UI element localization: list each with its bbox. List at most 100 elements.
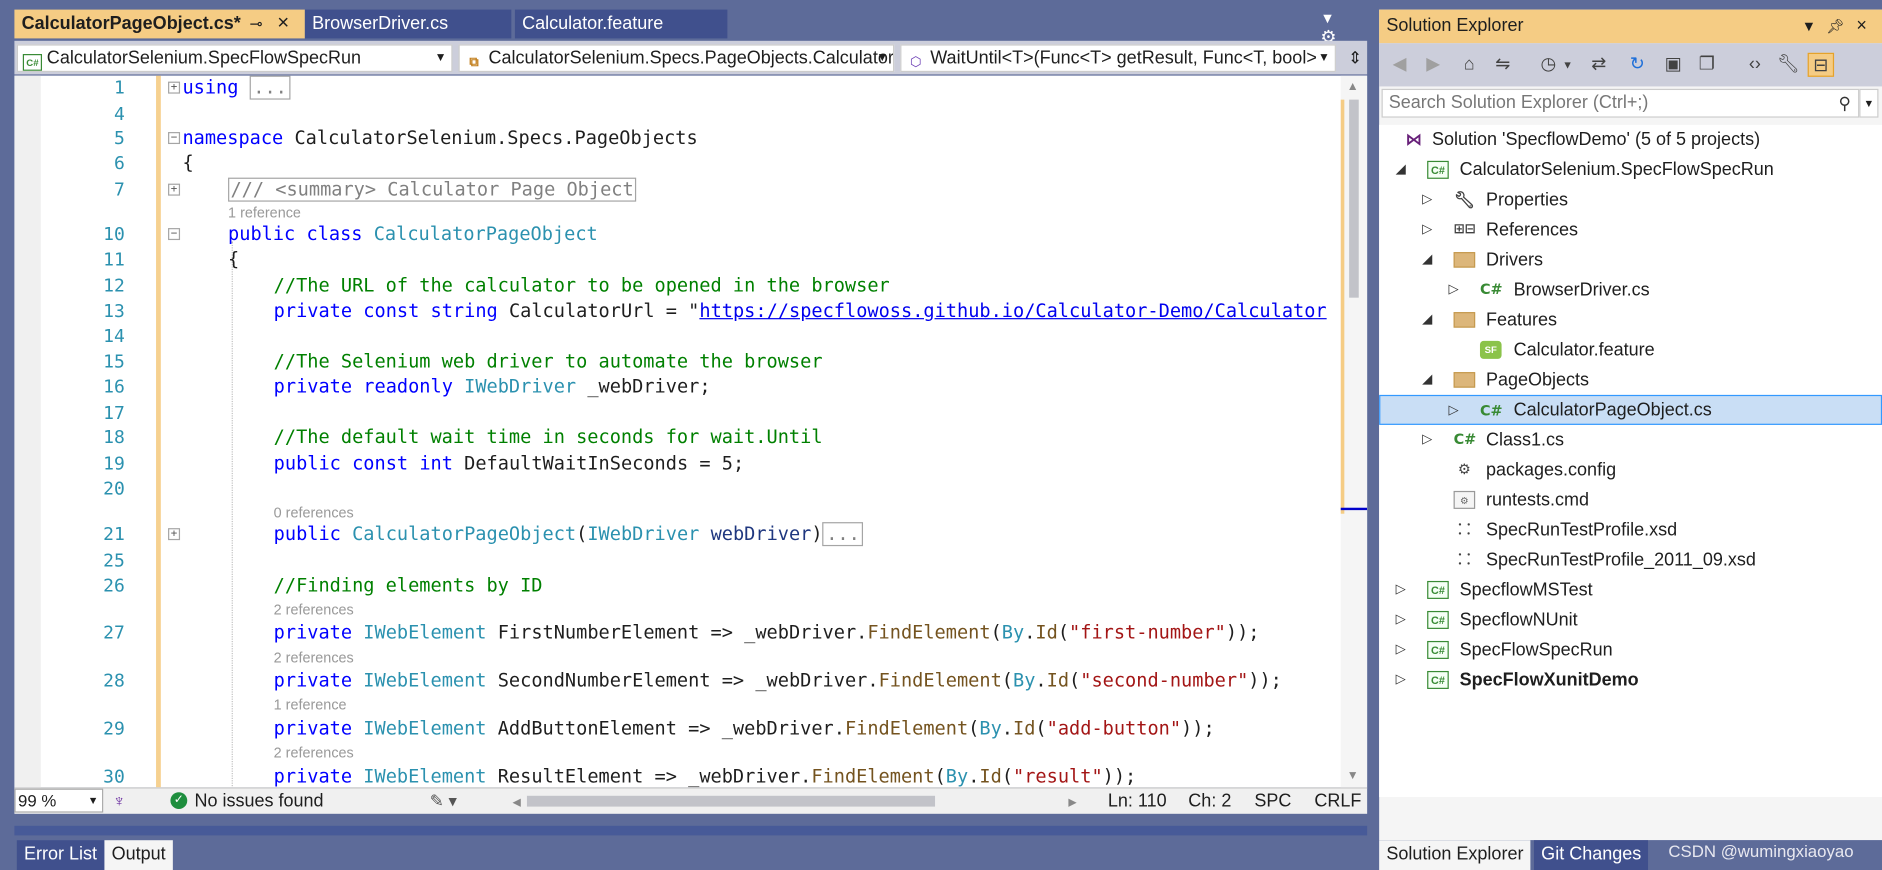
solution-search-input[interactable]: Search Solution Explorer (Ctrl+;) ⚲ bbox=[1381, 88, 1860, 118]
collapsed-region[interactable]: ... bbox=[249, 75, 291, 100]
expanded-arrow-icon[interactable]: ◢ bbox=[1420, 305, 1434, 335]
forward-icon[interactable]: ▶ bbox=[1420, 53, 1446, 77]
tree-item-runtests-cmd[interactable]: ⚙ runtests.cmd bbox=[1379, 485, 1882, 515]
expanded-arrow-icon[interactable]: ◢ bbox=[1420, 365, 1434, 395]
back-icon[interactable]: ◀ bbox=[1386, 53, 1412, 77]
tree-item-pageobjects[interactable]: ◢ PageObjects bbox=[1379, 365, 1882, 395]
char-indicator[interactable]: Ch: 2 bbox=[1188, 789, 1231, 814]
zoom-dropdown[interactable]: 99 % ▼ bbox=[14, 788, 104, 813]
codelens-references[interactable]: 2 references bbox=[274, 601, 354, 618]
tab-solution-explorer[interactable]: Solution Explorer bbox=[1379, 840, 1531, 870]
project-dropdown[interactable]: C# CalculatorSelenium.SpecFlowSpecRun ▼ bbox=[16, 44, 453, 73]
collapsed-region[interactable]: ... bbox=[822, 522, 864, 547]
expand-icon[interactable]: + bbox=[168, 528, 181, 541]
collapsed-arrow-icon[interactable]: ▷ bbox=[1394, 575, 1408, 605]
close-icon[interactable]: × bbox=[1848, 10, 1874, 42]
collapsed-arrow-icon[interactable]: ▷ bbox=[1394, 605, 1408, 635]
horizontal-scrollbar[interactable]: ◀ ▶ bbox=[513, 795, 1077, 808]
whitespace-indicator[interactable]: SPC bbox=[1254, 789, 1291, 814]
tab-error-list[interactable]: Error List bbox=[16, 840, 105, 870]
type-dropdown[interactable]: ⧉ CalculatorSelenium.Specs.PageObjects.Ca… bbox=[458, 44, 895, 73]
expanded-arrow-icon[interactable]: ◢ bbox=[1394, 155, 1408, 185]
pin-icon[interactable]: 📌︎ bbox=[1822, 11, 1848, 43]
scroll-left-icon[interactable]: ◀ bbox=[513, 790, 521, 815]
search-options-dropdown[interactable]: ▼ bbox=[1859, 88, 1879, 118]
collapse-all-icon[interactable]: ▣ bbox=[1660, 53, 1686, 77]
expanded-arrow-icon[interactable]: ◢ bbox=[1420, 245, 1434, 275]
codelens-references[interactable]: 2 references bbox=[274, 649, 354, 666]
collapsed-summary-comment[interactable]: /// <summary> Calculator Page Object bbox=[228, 177, 637, 202]
tree-item-packages-config[interactable]: ⚙ packages.config bbox=[1379, 455, 1882, 485]
tree-item-calculatorpageobject[interactable]: ▷ C# CalculatorPageObject.cs bbox=[1379, 394, 1882, 426]
search-icon[interactable]: ⚲ bbox=[1839, 90, 1851, 116]
collapsed-arrow-icon[interactable]: ▷ bbox=[1420, 185, 1434, 215]
collapse-icon[interactable]: − bbox=[168, 132, 181, 145]
chevron-down-icon[interactable]: ▼ bbox=[1559, 53, 1576, 77]
scroll-thumb[interactable] bbox=[526, 795, 936, 807]
code-cleanup-icon[interactable]: ✎ ▾ bbox=[430, 789, 457, 814]
scroll-right-icon[interactable]: ▶ bbox=[1068, 790, 1076, 815]
home-icon[interactable]: ⌂ bbox=[1456, 53, 1482, 77]
tab-browser-driver[interactable]: BrowserDriver.cs bbox=[304, 9, 512, 39]
scroll-up-icon[interactable]: ▲ bbox=[1347, 80, 1359, 93]
tree-item-class1[interactable]: ▷ C# Class1.cs bbox=[1379, 425, 1882, 455]
vertical-scrollbar[interactable]: ▲ ▼ bbox=[1340, 75, 1368, 788]
codelens-references[interactable]: 2 references bbox=[274, 744, 354, 761]
collapsed-arrow-icon[interactable]: ▷ bbox=[1394, 665, 1408, 695]
codelens-references[interactable]: 0 references bbox=[274, 504, 354, 521]
pending-changes-filter-icon[interactable]: ◷ bbox=[1535, 53, 1561, 77]
tab-output[interactable]: Output bbox=[104, 840, 173, 870]
collapsed-arrow-icon[interactable]: ▷ bbox=[1446, 396, 1460, 426]
tree-item-project-specflowspecrun-selenium[interactable]: ◢ C# CalculatorSelenium.SpecFlowSpecRun bbox=[1379, 155, 1882, 185]
collapsed-arrow-icon[interactable]: ▷ bbox=[1446, 275, 1460, 305]
scroll-thumb[interactable] bbox=[1349, 99, 1359, 298]
split-window-icon[interactable]: ⇕ bbox=[1343, 44, 1367, 72]
ai-assist-icon[interactable]: ♆ bbox=[113, 789, 126, 814]
member-dropdown-value: WaitUntil<T>(Func<T> getResult, Func<T, … bbox=[930, 48, 1317, 69]
tab-calculator-page-object[interactable]: CalculatorPageObject.cs* ⊸ × bbox=[14, 9, 305, 39]
tab-git-changes[interactable]: Git Changes bbox=[1533, 840, 1649, 870]
tree-item-drivers[interactable]: ◢ Drivers bbox=[1379, 245, 1882, 275]
line-indicator[interactable]: Ln: 110 bbox=[1108, 789, 1167, 814]
tree-item-specflowxunitdemo[interactable]: ▷ C# SpecFlowXunitDemo bbox=[1379, 665, 1882, 695]
refresh-icon[interactable]: ↻ bbox=[1624, 53, 1650, 77]
codelens-references[interactable]: 1 reference bbox=[274, 696, 347, 713]
tree-item-specflowspecrun[interactable]: ▷ C# SpecFlowSpecRun bbox=[1379, 635, 1882, 665]
code-text: ( bbox=[1001, 765, 1014, 788]
line-ending-indicator[interactable]: CRLF bbox=[1314, 789, 1361, 814]
tree-item-calculator-feature[interactable]: SF Calculator.feature bbox=[1379, 335, 1882, 365]
expand-icon[interactable]: + bbox=[168, 183, 181, 196]
pin-icon[interactable]: ⊸ bbox=[250, 10, 263, 39]
wrench-icon[interactable]: 🔧︎ bbox=[1775, 53, 1801, 77]
tree-item-browserdriver[interactable]: ▷ C# BrowserDriver.cs bbox=[1379, 275, 1882, 305]
show-all-files-icon[interactable]: ❐ bbox=[1694, 53, 1720, 77]
tab-calculator-feature[interactable]: Calculator.feature bbox=[514, 9, 728, 39]
codelens-references[interactable]: 1 reference bbox=[228, 204, 301, 221]
window-menu-dropdown-icon[interactable]: ▼ bbox=[1796, 11, 1822, 43]
view-code-icon[interactable]: ‹› bbox=[1742, 53, 1768, 77]
sync-active-document-icon[interactable]: ⇄ bbox=[1586, 53, 1612, 77]
expand-icon[interactable]: + bbox=[168, 81, 181, 94]
issues-status[interactable]: No issues found bbox=[194, 789, 323, 814]
tree-item-specruntestprofile-xsd[interactable]: ⸬ SpecRunTestProfile.xsd bbox=[1379, 515, 1882, 545]
collapse-icon[interactable]: − bbox=[168, 228, 181, 241]
tree-item-specflownunit[interactable]: ▷ C# SpecflowNUnit bbox=[1379, 605, 1882, 635]
tab-list-dropdown-icon[interactable]: ▼ bbox=[1320, 10, 1334, 27]
preview-selected-items-icon[interactable]: ⊟ bbox=[1807, 52, 1835, 77]
code-keyword: public bbox=[228, 223, 296, 245]
collapsed-arrow-icon[interactable]: ▷ bbox=[1420, 425, 1434, 455]
tree-item-features[interactable]: ◢ Features bbox=[1379, 305, 1882, 335]
collapsed-arrow-icon[interactable]: ▷ bbox=[1394, 635, 1408, 665]
switch-views-icon[interactable]: ⇋ bbox=[1490, 53, 1516, 77]
code-editor[interactable]: 1 + using ... 4 5 − namespace Calculator… bbox=[14, 75, 1368, 788]
tree-item-specflowmstest[interactable]: ▷ C# SpecflowMSTest bbox=[1379, 575, 1882, 605]
scroll-down-icon[interactable]: ▼ bbox=[1347, 769, 1359, 782]
url-link[interactable]: https://specflowoss.github.io/Calculator… bbox=[699, 300, 1326, 322]
tree-item-solution[interactable]: ⋈ Solution 'SpecflowDemo' (5 of 5 projec… bbox=[1379, 125, 1882, 155]
close-icon[interactable]: × bbox=[277, 10, 289, 38]
tree-item-properties[interactable]: ▷ 🔧︎ Properties bbox=[1379, 185, 1882, 215]
tree-item-references[interactable]: ▷ ⊞⊟ References bbox=[1379, 215, 1882, 245]
member-dropdown[interactable]: ⬡ WaitUntil<T>(Func<T> getResult, Func<T,… bbox=[900, 44, 1336, 73]
tree-item-specruntestprofile-2011-xsd[interactable]: ⸬ SpecRunTestProfile_2011_09.xsd bbox=[1379, 545, 1882, 575]
collapsed-arrow-icon[interactable]: ▷ bbox=[1420, 215, 1434, 245]
